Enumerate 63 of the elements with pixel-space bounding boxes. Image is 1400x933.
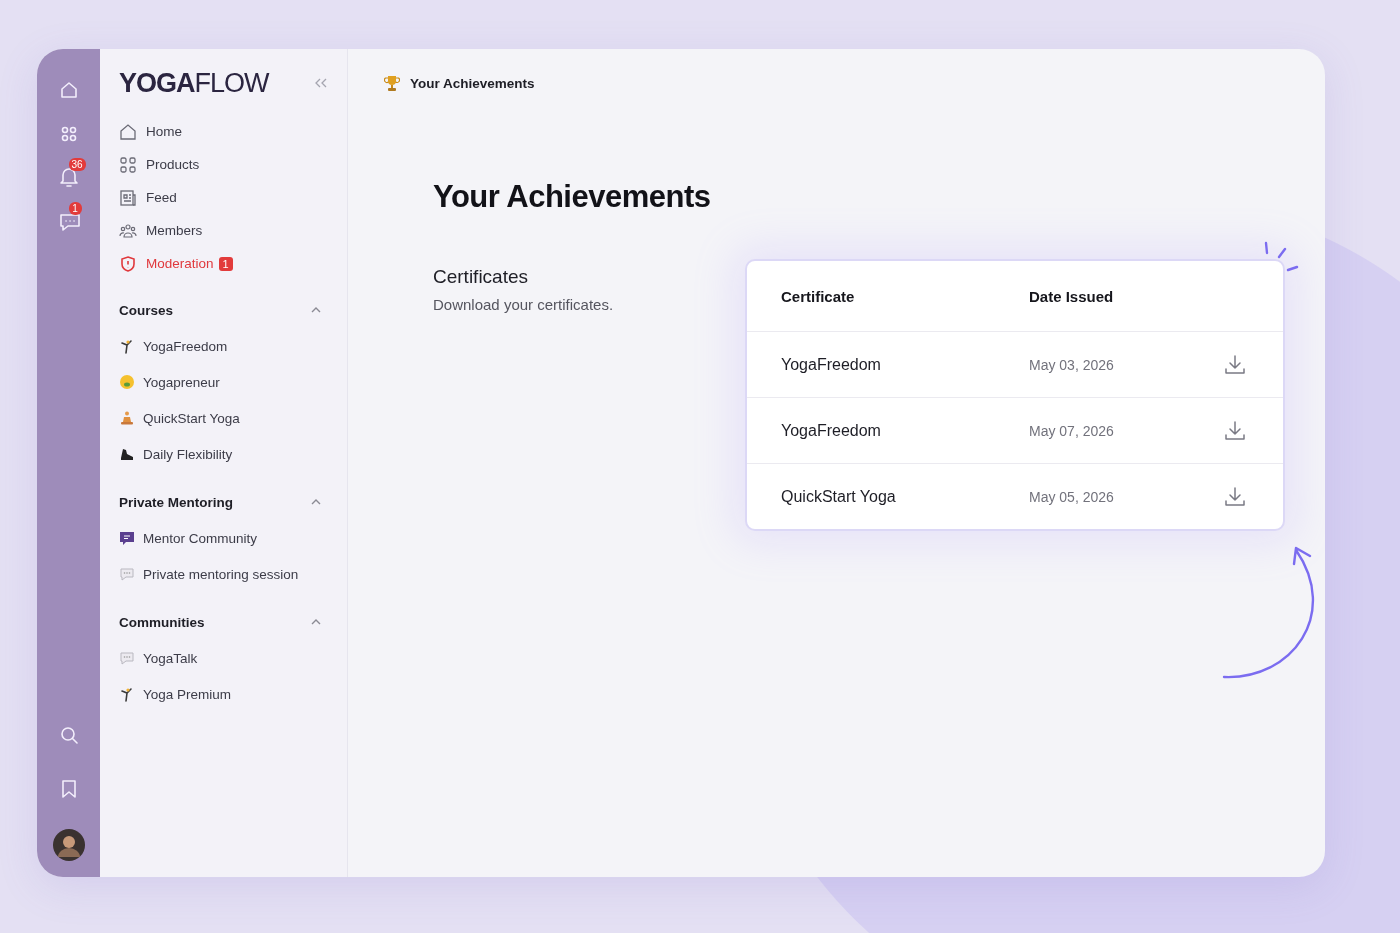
people-icon <box>119 221 137 240</box>
home-icon <box>58 80 79 100</box>
column-header: Certificate <box>781 287 856 305</box>
gymnast-icon <box>119 686 135 702</box>
download-button[interactable] <box>1223 352 1247 377</box>
sidebar-item[interactable]: Daily Flexibility <box>119 436 327 472</box>
bookmark-icon <box>60 779 77 799</box>
section-header[interactable]: Private Mentoring <box>119 484 327 520</box>
page-title: Your Achievements <box>433 179 712 215</box>
certificate-name: YogaFreedom <box>781 421 882 440</box>
notifications-button[interactable]: 36 <box>48 157 89 191</box>
certificate-name: YogaFreedom <box>781 355 882 374</box>
messages-button[interactable]: 1 <box>48 201 89 235</box>
download-button[interactable] <box>1223 418 1247 443</box>
section-description: Download your certificates. <box>433 296 615 313</box>
download-button[interactable] <box>1223 484 1247 509</box>
logo: YOGAFLOW <box>119 67 269 99</box>
chevron-up-icon <box>311 619 321 625</box>
speech-bubble-icon <box>119 650 135 666</box>
newspaper-icon <box>119 188 137 207</box>
count-badge: 1 <box>68 202 82 215</box>
message-board-icon <box>119 530 135 546</box>
section-header[interactable]: Communities <box>119 604 327 640</box>
face-icon <box>119 374 135 390</box>
chevron-up-icon <box>311 307 321 313</box>
gymnast-icon <box>119 338 135 354</box>
grid-icon <box>119 155 137 174</box>
shield-icon <box>119 254 137 273</box>
nav-item[interactable]: Home <box>119 115 327 148</box>
nav-item[interactable]: Members <box>119 214 327 247</box>
chevron-up-icon <box>311 499 321 505</box>
avatar-icon <box>52 829 85 861</box>
sidebar-item[interactable]: Yoga Premium <box>119 676 327 712</box>
sidebar-item[interactable]: Private mentoring session <box>119 556 327 592</box>
nav-item[interactable]: Products <box>119 148 327 181</box>
issue-date: May 05, 2026 <box>1029 488 1115 505</box>
count-badge: 1 <box>218 256 233 271</box>
sidebar-item[interactable]: Mentor Community <box>119 520 327 556</box>
sidebar-item[interactable]: YogaTalk <box>119 640 327 676</box>
meditating-figure-icon <box>119 410 135 426</box>
avatar-button[interactable] <box>52 829 85 861</box>
speech-bubble-icon <box>119 566 135 582</box>
bell-icon <box>58 166 79 188</box>
count-badge: 36 <box>68 158 86 171</box>
sidebar-item[interactable]: YogaFreedom <box>119 328 327 364</box>
breadcrumb: Your Achievements <box>410 75 535 91</box>
sidebar-item[interactable]: Yogapreneur <box>119 364 327 400</box>
section-title: Certificates <box>433 266 530 288</box>
issue-date: May 03, 2026 <box>1029 356 1115 373</box>
shoe-icon <box>119 446 135 462</box>
search-icon <box>58 725 79 745</box>
column-header: Date Issued <box>1029 287 1115 305</box>
nav-item[interactable]: Feed <box>119 181 327 214</box>
home-icon <box>119 122 137 141</box>
issue-date: May 07, 2026 <box>1029 422 1115 439</box>
section-header[interactable]: Courses <box>119 292 327 328</box>
nav-item[interactable]: Moderation 1 <box>119 247 327 280</box>
chat-icon <box>58 212 81 232</box>
sparkle-drawing <box>1262 241 1300 273</box>
collapse-icon[interactable] <box>315 78 327 88</box>
trophy-icon <box>384 74 400 92</box>
sidebar-item[interactable]: QuickStart Yoga <box>119 400 327 436</box>
certificate-name: QuickStart Yoga <box>781 487 897 506</box>
